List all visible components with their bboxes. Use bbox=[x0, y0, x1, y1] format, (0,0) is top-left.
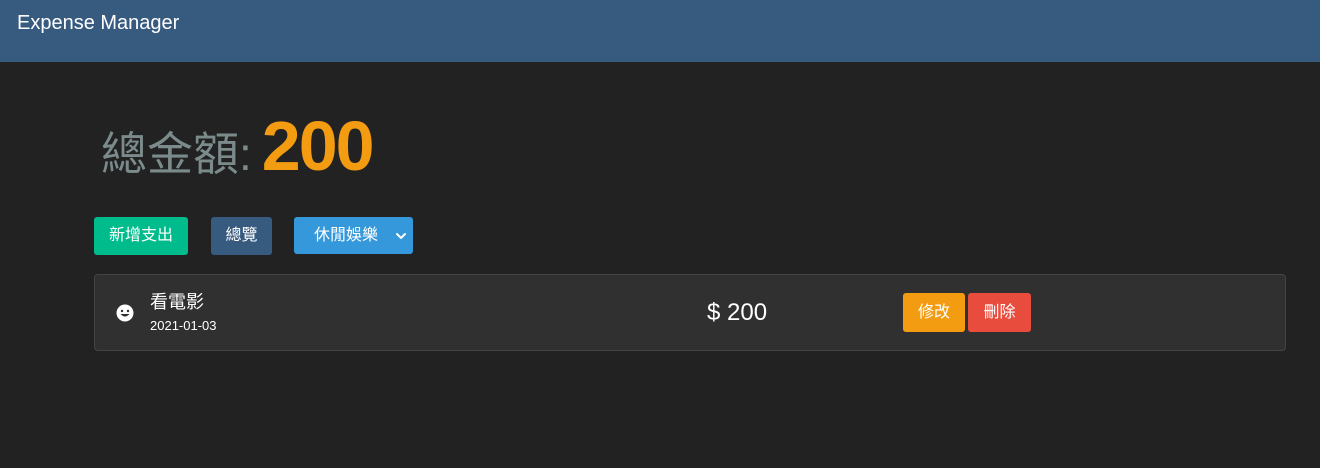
expense-list-item: 看電影 2021-01-03 $ 200 修改 刪除 bbox=[94, 274, 1286, 351]
total-label: 總金額: bbox=[101, 128, 252, 180]
top-navbar: Expense Manager bbox=[0, 0, 1320, 62]
overview-button[interactable]: 總覽 bbox=[211, 217, 272, 255]
category-select[interactable]: 休閒娛樂 bbox=[294, 217, 413, 254]
edit-expense-button[interactable]: 修改 bbox=[903, 293, 965, 332]
category-select-value: 休閒娛樂 bbox=[314, 227, 379, 244]
expense-date: 2021-01-03 bbox=[150, 318, 217, 333]
delete-expense-button[interactable]: 刪除 bbox=[968, 293, 1031, 332]
total-value: 200 bbox=[261, 107, 375, 185]
chevron-down-icon bbox=[396, 233, 406, 239]
expense-title: 看電影 bbox=[150, 292, 204, 312]
navbar-brand[interactable]: Expense Manager bbox=[17, 11, 179, 35]
add-expense-button[interactable]: 新增支出 bbox=[94, 217, 188, 255]
expense-amount: $ 200 bbox=[707, 299, 768, 326]
smiley-icon bbox=[116, 304, 134, 322]
total-amount-heading: 總金額: 200 bbox=[101, 106, 375, 186]
